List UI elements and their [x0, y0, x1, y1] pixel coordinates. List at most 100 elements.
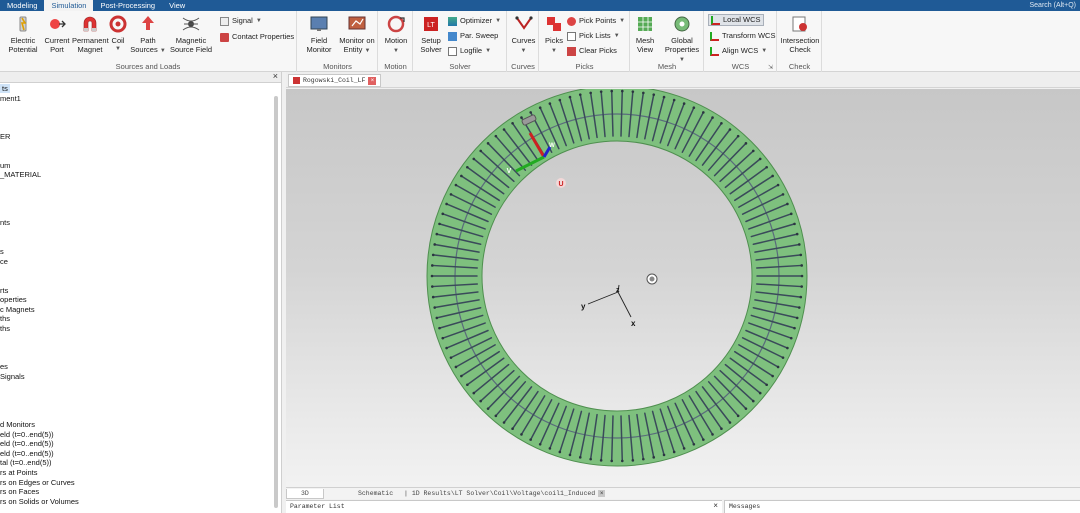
winding-end-dot — [682, 447, 686, 450]
tree-item[interactable]: ths — [0, 314, 10, 323]
tree-item[interactable]: ts — [0, 84, 10, 93]
magnetic-source-field-button[interactable]: Magnetic Source Field — [168, 14, 214, 54]
winding-end-dot — [744, 407, 748, 410]
tab-1d-results[interactable]: | 1D Results\LT Solver\Coil\Voltage\coil… — [404, 489, 606, 499]
signal-button[interactable]: Signal ▼ — [220, 15, 262, 27]
tree-item[interactable]: _MATERIAL — [0, 170, 41, 179]
winding-end-dot — [445, 202, 448, 206]
align-wcs-button[interactable]: Align WCS ▼ — [710, 45, 767, 57]
group-motion: Motion ▼ Motion — [379, 11, 413, 72]
tree-item[interactable]: ER — [0, 132, 10, 141]
intersection-check-button[interactable]: Intersection Check — [780, 14, 820, 54]
field-monitor-button[interactable]: Field Monitor — [302, 14, 336, 54]
tree-item[interactable]: s — [0, 247, 4, 256]
viewport-canvas[interactable]: U V W y x z — [286, 89, 1080, 487]
tree-item[interactable]: rs at Points — [0, 468, 38, 477]
tree-item[interactable]: operties — [0, 295, 27, 304]
pick-points-button[interactable]: Pick Points ▼ — [567, 15, 625, 27]
tree-item[interactable]: rs on Faces — [0, 487, 39, 496]
close-icon[interactable]: × — [713, 502, 718, 511]
search-box[interactable]: Search (Alt+Q) — [1030, 2, 1080, 9]
winding-end-dot — [620, 459, 624, 463]
tree-item[interactable]: tal (t=0..end(5)) — [0, 458, 51, 467]
tree-item[interactable]: rs on Solids or Volumes — [0, 497, 79, 506]
axis-y-label: y — [581, 302, 586, 311]
winding-end-dot — [486, 142, 490, 145]
winding-end-dot — [751, 149, 755, 153]
menu-post-processing[interactable]: Post-Processing — [93, 0, 162, 11]
winding-end-dot — [672, 98, 676, 102]
winding-end-dot — [431, 253, 435, 257]
contact-properties-button[interactable]: Contact Properties — [220, 31, 294, 43]
par-sweep-button[interactable]: Par. Sweep — [448, 30, 498, 42]
tree-item[interactable]: eld (t=0..end(5)) — [0, 449, 54, 458]
tree-item[interactable]: ths — [0, 324, 10, 333]
rogowski-coil-model[interactable] — [426, 89, 808, 467]
tree-item[interactable]: um — [0, 161, 10, 170]
current-port-button[interactable]: Current Port — [42, 14, 72, 54]
tree-item[interactable]: ment1 — [0, 94, 21, 103]
winding-end-dot — [631, 459, 635, 462]
electric-potential-icon — [19, 16, 27, 32]
axis-z-label: z — [616, 287, 620, 294]
winding-end-dot — [795, 316, 799, 320]
group-sources-loads: Electric Potential Current Port Permanent M… — [0, 11, 297, 72]
picks-button[interactable]: Picks ▼ — [542, 14, 566, 56]
permanent-magnet-button[interactable]: Permanent Magnet — [72, 14, 109, 54]
tab-3d[interactable]: 3D — [286, 489, 324, 499]
mesh-view-icon — [638, 17, 652, 31]
tree-item[interactable]: rs on Edges or Curves — [0, 478, 75, 487]
tree-item[interactable]: c Magnets — [0, 305, 35, 314]
tab-schematic[interactable]: Schematic — [358, 489, 393, 499]
close-tab-icon[interactable]: × — [598, 490, 606, 497]
coil-dropdown-caret[interactable]: ▼ — [108, 45, 128, 54]
menu-simulation[interactable]: Simulation — [44, 0, 94, 11]
motion-button[interactable]: Motion ▼ — [382, 14, 410, 56]
transform-wcs-button[interactable]: Transform WCS — [710, 30, 775, 42]
tree-item[interactable]: eld (t=0..end(5)) — [0, 430, 54, 439]
winding-end-dot — [776, 365, 780, 369]
winding-end-dot — [799, 253, 803, 257]
tree-scrollbar[interactable] — [274, 96, 278, 508]
document-tab[interactable]: Rogowski_Coil_LF × — [288, 74, 382, 87]
pick-lists-button[interactable]: Pick Lists ▼ — [567, 30, 620, 42]
setup-solver-button[interactable]: LT Setup Solver — [416, 14, 446, 54]
tree-item[interactable]: d Monitors — [0, 420, 35, 429]
winding-end-dot — [529, 111, 532, 114]
document-icon — [293, 77, 300, 84]
coil-button[interactable]: Coil ▼ — [108, 14, 128, 54]
tree-item[interactable]: es — [0, 362, 8, 371]
winding-end-dot — [454, 365, 458, 369]
winding-end-dot — [460, 174, 463, 178]
tree-item[interactable]: eld (t=0..end(5)) — [0, 439, 54, 448]
winding-end-dot — [589, 91, 592, 95]
optimizer-button[interactable]: Optimizer ▼ — [448, 15, 501, 27]
close-icon[interactable]: × — [273, 71, 278, 81]
3d-viewport[interactable]: U V W y x z — [286, 89, 1080, 487]
wcs-dialog-launcher-icon[interactable]: ⇲ — [768, 64, 773, 71]
path-sources-button[interactable]: Path Sources ▼ — [130, 14, 166, 56]
tree-item[interactable]: Signals — [0, 372, 25, 381]
group-monitors: Field Monitor Monitor on Entity ▼ Monitors — [298, 11, 378, 72]
global-properties-button[interactable]: Global Properties ▼ — [661, 14, 703, 65]
winding-end-dot — [558, 98, 562, 102]
curves-button[interactable]: Curves ▼ — [510, 14, 537, 56]
close-tab-icon[interactable]: × — [368, 76, 377, 85]
winding-end-dot — [502, 421, 506, 424]
coil-ring[interactable] — [426, 89, 808, 467]
tree-item[interactable]: nts — [0, 218, 10, 227]
monitor-on-entity-button[interactable]: Monitor on Entity ▼ — [338, 14, 376, 56]
tree-item[interactable]: rts — [0, 286, 8, 295]
logfile-button[interactable]: Logfile ▼ — [448, 45, 491, 57]
menu-modeling[interactable]: Modeling — [0, 0, 44, 11]
mesh-view-button[interactable]: Mesh View — [633, 14, 657, 54]
winding-end-dot — [610, 459, 614, 463]
winding-end-dot — [789, 336, 793, 340]
group-label-check: Check — [788, 62, 811, 71]
menu-view[interactable]: View — [162, 0, 192, 11]
group-label-mesh: Mesh — [657, 62, 677, 71]
clear-picks-button[interactable]: Clear Picks — [567, 45, 617, 57]
tree-item[interactable]: ce — [0, 257, 8, 266]
electric-potential-button[interactable]: Electric Potential — [6, 14, 40, 54]
local-wcs-button[interactable]: Local WCS — [708, 14, 764, 26]
